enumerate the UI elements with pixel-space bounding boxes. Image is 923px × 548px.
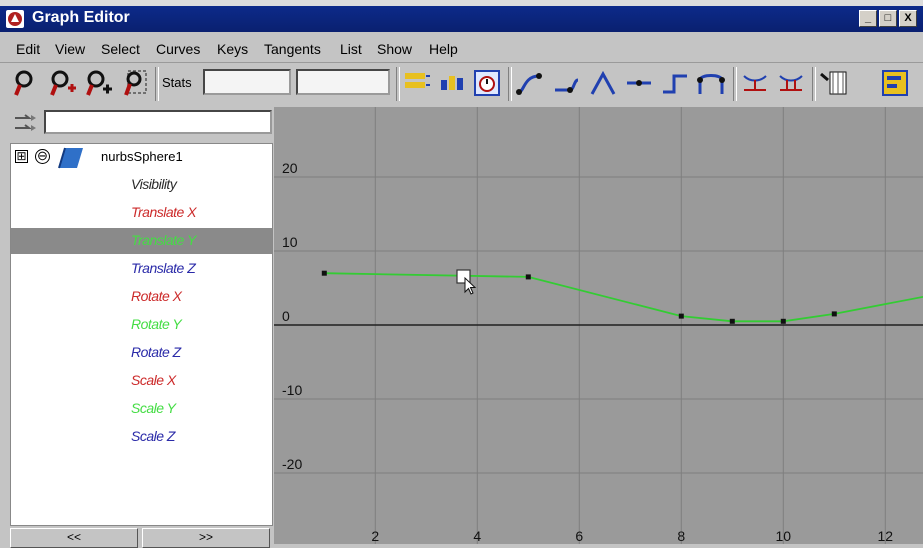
x-tick-label: 8 [677,528,685,544]
attribute-row[interactable]: Translate Z [11,256,272,282]
timer-icon[interactable] [472,68,502,98]
menu-select[interactable]: Select [101,34,140,62]
flat-tangent-icon[interactable] [624,68,654,98]
keyframe-point [729,318,735,324]
menu-list[interactable]: List [340,34,362,62]
keyframe-point [780,318,786,324]
collapse-icon[interactable]: ⊖ [35,149,50,164]
mouse-cursor-icon [456,269,477,295]
attribute-row[interactable]: Translate Y [11,228,272,254]
graph-canvas[interactable]: 20100-10-202468101214161820222413 [274,107,923,544]
keyframe-point [831,311,837,317]
menu-edit[interactable]: Edit [16,34,40,62]
lattice-deform-icon[interactable] [120,68,150,98]
attribute-row[interactable]: Scale Y [11,396,272,422]
graph-view[interactable]: 20100-10-202468101214161820222413 [274,107,923,544]
x-tick-label: 10 [776,528,792,544]
frame-icon[interactable] [437,68,467,98]
attribute-row[interactable]: Translate X [11,200,272,226]
close-button[interactable]: X [899,10,917,27]
menu-view[interactable]: View [55,34,85,62]
keyframe-point [678,313,684,319]
linear-tangent-icon[interactable] [588,68,618,98]
nurbs-surface-icon [57,145,85,171]
graph-outliner: ⊞ ⊖ nurbsSphere1 Visibility Translate X … [10,107,273,548]
window-controls: _ □ X [859,10,917,27]
break-tangent-icon[interactable] [740,68,770,98]
trax-icon[interactable] [880,68,910,98]
buffer-curve-icon[interactable] [402,68,432,98]
attribute-row[interactable]: Rotate Z [11,340,272,366]
outliner-filter-input[interactable] [44,110,272,134]
move-key-icon[interactable] [12,68,42,98]
unify-tangent-icon[interactable] [776,68,806,98]
attribute-label: Rotate Z [131,344,181,360]
title-bar: Graph Editor _ □ X [0,6,923,32]
outliner-scroll-buttons: << >> [10,528,273,548]
minimize-button[interactable]: _ [859,10,877,27]
filter-arrows-icon[interactable] [12,111,40,137]
attribute-label: Scale Y [131,400,176,416]
y-tick-label: 0 [282,308,290,324]
y-tick-label: 10 [282,234,298,250]
attribute-row[interactable]: Rotate X [11,284,272,310]
object-row-nurbsSphere1[interactable]: ⊞ ⊖ nurbsSphere1 [11,144,272,170]
attribute-label: Translate Z [131,260,196,276]
menu-tangents[interactable]: Tangents [264,34,321,62]
window-title: Graph Editor [32,9,130,26]
y-tick-label: -10 [282,382,302,398]
outliner-filter-row [10,107,273,139]
x-tick-label: 4 [473,528,481,544]
menu-keys[interactable]: Keys [217,34,248,62]
menu-help[interactable]: Help [429,34,458,62]
stats-field-1[interactable] [203,69,291,95]
x-tick-label: 2 [371,528,379,544]
outliner-list: ⊞ ⊖ nurbsSphere1 Visibility Translate X … [10,143,273,526]
menu-show[interactable]: Show [377,34,412,62]
scroll-right-button[interactable]: >> [142,528,270,548]
menu-curves[interactable]: Curves [156,34,200,62]
attribute-row[interactable]: Scale Z [11,424,272,450]
attribute-label: Translate X [131,204,197,220]
spline-tangent-icon[interactable] [514,68,544,98]
add-key-icon[interactable] [84,68,114,98]
step-tangent-icon[interactable] [660,68,690,98]
insert-key-icon[interactable] [48,68,78,98]
keyframe-point [525,274,531,280]
stats-field-2[interactable] [296,69,390,95]
attribute-label: Translate Y [131,232,196,248]
attribute-label: Scale Z [131,428,175,444]
object-name: nurbsSphere1 [101,149,183,164]
attribute-row[interactable]: Scale X [11,368,272,394]
attribute-label: Rotate Y [131,316,182,332]
clamped-tangent-icon[interactable] [552,68,582,98]
expand-all-icon[interactable]: ⊞ [15,150,28,163]
stats-label: Stats [162,75,192,90]
attribute-row[interactable]: Visibility [11,172,272,198]
keyframe-point [321,270,327,276]
attribute-label: Scale X [131,372,176,388]
attribute-row[interactable]: Rotate Y [11,312,272,338]
scroll-left-button[interactable]: << [10,528,138,548]
menu-bar: Edit View Select Curves Keys Tangents Li… [0,34,923,63]
y-tick-label: 20 [282,160,298,176]
attribute-label: Rotate X [131,288,182,304]
x-tick-label: 12 [878,528,894,544]
attribute-label: Visibility [131,176,177,192]
plateau-tangent-icon[interactable] [696,68,726,98]
maximize-button[interactable]: □ [879,10,897,27]
x-tick-label: 6 [575,528,583,544]
maya-app-icon[interactable] [6,10,24,28]
graph-toolbar: Stats [0,63,923,105]
y-tick-label: -20 [282,456,302,472]
dope-sheet-icon[interactable] [818,68,848,98]
